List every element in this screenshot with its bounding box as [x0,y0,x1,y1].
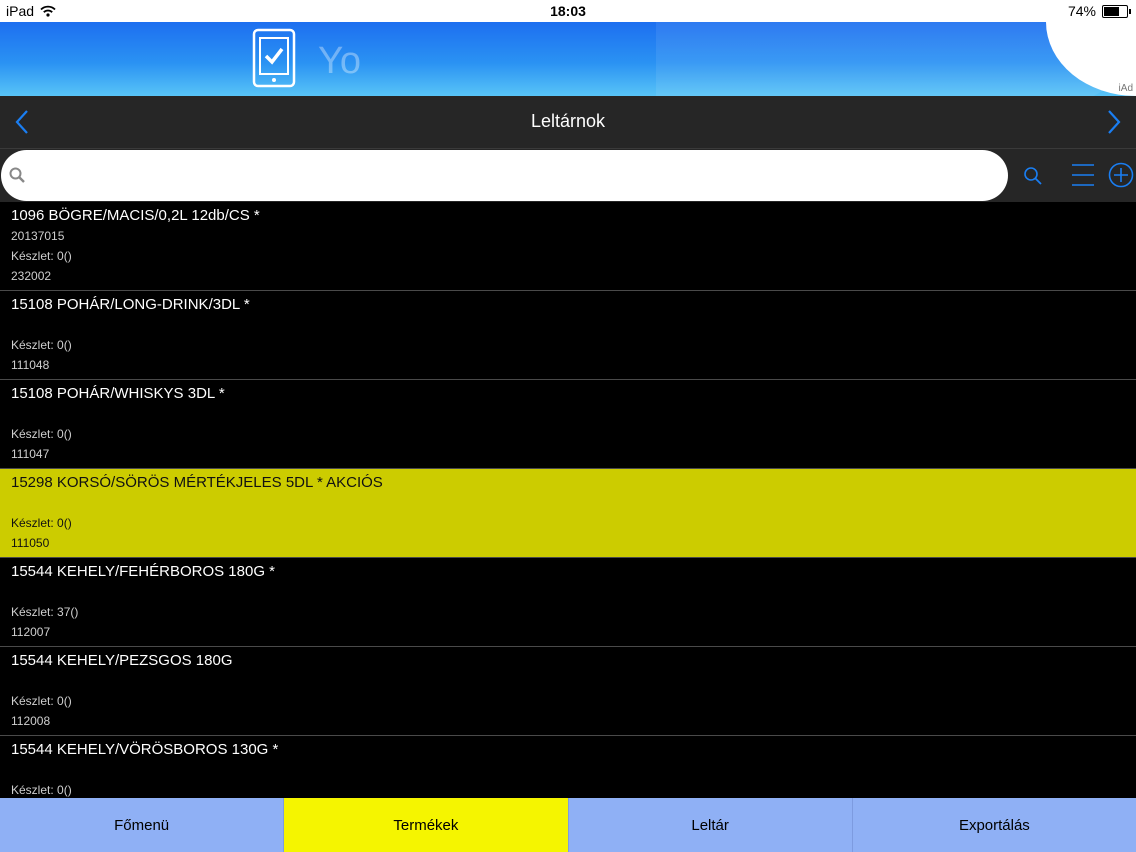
product-id: 111050 [11,536,50,550]
product-stock: Készlet: 0() [11,338,72,352]
product-id: 111047 [11,447,50,461]
product-code: 20137015 [11,229,65,243]
battery-percent: 74% [1067,3,1096,19]
ad-text: Yo [318,40,361,82]
page-title: Leltárnok [530,111,606,131]
battery-fill [1104,6,1119,16]
product-id: 232002 [11,269,52,283]
ad-banner[interactable]: Yo iAd [0,22,1136,96]
search-icon [9,167,25,183]
product-stock: Készlet: 0() [11,427,72,441]
navigation-bar: Leltárnok [0,96,1136,149]
product-id: 112007 [11,625,51,639]
list-item[interactable]: 15544 KEHELY/FEHÉRBOROS 180G * Készlet: … [0,558,1136,647]
battery-icon [1102,4,1131,18]
search-field[interactable] [1,150,1008,201]
status-time: 18:03 [550,3,586,19]
product-title: 15544 KEHELY/PEZSGOS 180G [11,652,233,669]
product-id: 112008 [11,714,51,728]
list-menu-icon[interactable] [1071,163,1095,187]
product-stock: Készlet: 0() [11,783,72,797]
add-circle-icon[interactable] [1108,162,1134,188]
product-title: 15108 POHÁR/LONG-DRINK/3DL * [11,296,250,313]
product-id: 111048 [11,358,50,372]
tab-exportalas[interactable]: Exportálás [852,798,1136,852]
tab-fomenu[interactable]: Főmenü [0,798,285,852]
list-item[interactable]: 15298 KORSÓ/SÖRÖS MÉRTÉKJELES 5DL * AKCI… [0,469,1136,558]
search-input[interactable] [33,160,987,192]
list-item[interactable]: 1096 BÖGRE/MACIS/0,2L 12db/CS * 20137015… [0,202,1136,291]
product-title: 1096 BÖGRE/MACIS/0,2L 12db/CS * [11,207,260,224]
product-stock: Készlet: 0() [11,249,72,263]
chevron-right-icon[interactable] [1106,109,1122,135]
product-title: 15544 KEHELY/FEHÉRBOROS 180G * [11,563,276,580]
search-button-icon[interactable] [1023,166,1043,186]
product-stock: Készlet: 0() [11,694,72,708]
product-title: 15298 KORSÓ/SÖRÖS MÉRTÉKJELES 5DL * AKCI… [11,474,383,491]
product-title: 15108 POHÁR/WHISKYS 3DL * [11,385,225,402]
search-bar [0,149,1136,202]
list-item[interactable]: 15544 KEHELY/PEZSGOS 180G Készlet: 0() 1… [0,647,1136,736]
list-item[interactable]: 15544 KEHELY/VÖRÖSBOROS 130G * Készlet: … [0,736,1136,798]
product-list[interactable]: 1096 BÖGRE/MACIS/0,2L 12db/CS * 20137015… [0,202,1136,798]
product-title: 15544 KEHELY/VÖRÖSBOROS 130G * [11,741,279,758]
tablet-check-icon [252,28,296,88]
list-item[interactable]: 15108 POHÁR/WHISKYS 3DL * Készlet: 0() 1… [0,380,1136,469]
tab-leltar[interactable]: Leltár [568,798,853,852]
product-stock: Készlet: 37() [11,605,79,619]
status-bar: iPad 18:03 74% [0,0,1136,22]
list-item[interactable]: 15108 POHÁR/LONG-DRINK/3DL * Készlet: 0(… [0,291,1136,380]
tab-bar: Főmenü Termékek Leltár Exportálás [0,798,1136,852]
iad-label: iAd [1118,83,1133,94]
tab-termekek[interactable]: Termékek [284,798,569,852]
product-stock: Készlet: 0() [11,516,72,530]
